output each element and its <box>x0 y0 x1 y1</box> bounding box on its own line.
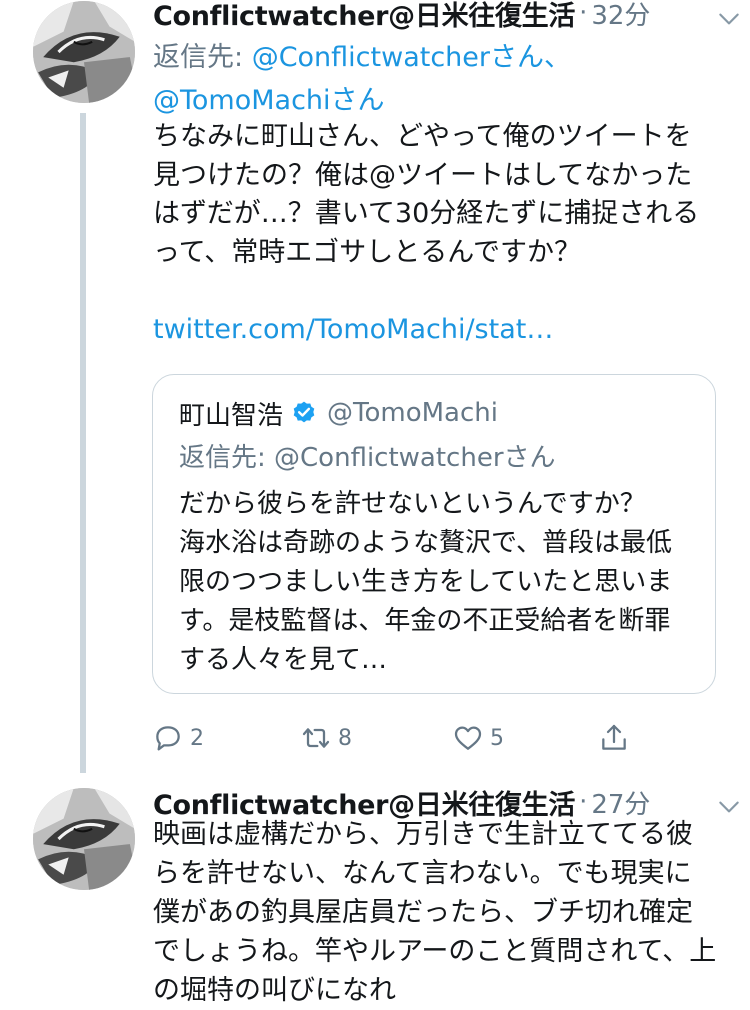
quoted-handle: @TomoMachi <box>327 398 498 428</box>
chevron-down-icon[interactable] <box>716 794 742 820</box>
reply-to-line: 返信先: @Conflictwatcherさん、@TomoMachiさん <box>153 36 720 122</box>
quoted-tweet-header: 町山智浩 @TomoMachi <box>179 395 498 431</box>
retweet-button[interactable]: 8 <box>300 718 352 758</box>
avatar-image <box>33 788 135 890</box>
reply-button[interactable]: 2 <box>152 718 204 758</box>
thread-connector-line <box>80 113 86 773</box>
like-button[interactable]: 5 <box>452 718 504 758</box>
share-icon <box>602 724 626 750</box>
timestamp[interactable]: 32分 <box>591 0 650 32</box>
like-count: 5 <box>490 725 504 751</box>
share-button[interactable] <box>598 718 636 758</box>
avatar[interactable] <box>33 788 135 890</box>
tweet-actions: 2 8 5 <box>152 718 642 758</box>
tweet[interactable]: Conflictwatcher@日米往復生活 · 32分 返信先: @Confl… <box>0 0 750 780</box>
avatar-image <box>33 1 135 103</box>
chevron-down-icon[interactable] <box>716 6 742 32</box>
reply-to-prefix: 返信先: <box>153 42 252 73</box>
heart-icon <box>454 726 482 750</box>
quoted-reply-to: 返信先: @Conflictwatcherさん <box>179 443 556 473</box>
tweet[interactable]: Conflictwatcher@日米往復生活 · 27分 映画は虚構だから、万引… <box>0 780 750 1006</box>
avatar[interactable] <box>33 1 135 103</box>
separator-dot: · <box>579 787 588 817</box>
reply-icon <box>156 726 180 751</box>
separator-dot: · <box>579 0 588 28</box>
retweet-count: 8 <box>338 725 352 751</box>
quoted-display-name: 町山智浩 <box>179 400 284 431</box>
tweet-header: Conflictwatcher@日米往復生活 · 32分 <box>153 0 730 33</box>
verified-badge-icon <box>293 401 315 423</box>
tweet-text: ちなみに町山さん、どやって俺のツイートを見つけたの？俺は@ツイートはしてなかった… <box>153 121 700 268</box>
quoted-tweet[interactable]: 町山智浩 @TomoMachi 返信先: @Conflictwatcherさん … <box>152 374 716 694</box>
display-name[interactable]: Conflictwatcher@日米往復生活 <box>153 0 575 33</box>
quoted-tweet-text: だから彼らを許せないというんですか？ 海水浴は奇跡のような贅沢で、普段は最低限の… <box>179 489 673 675</box>
tweet-link[interactable]: twitter.com/TomoMachi/stat… <box>153 314 553 345</box>
tweet-text: 映画は虚構だから、万引きで生計立ててる彼らを許せない、なんて言わない。でも現実に… <box>153 819 717 1006</box>
reply-count: 2 <box>190 725 204 751</box>
retweet-icon <box>302 728 330 748</box>
